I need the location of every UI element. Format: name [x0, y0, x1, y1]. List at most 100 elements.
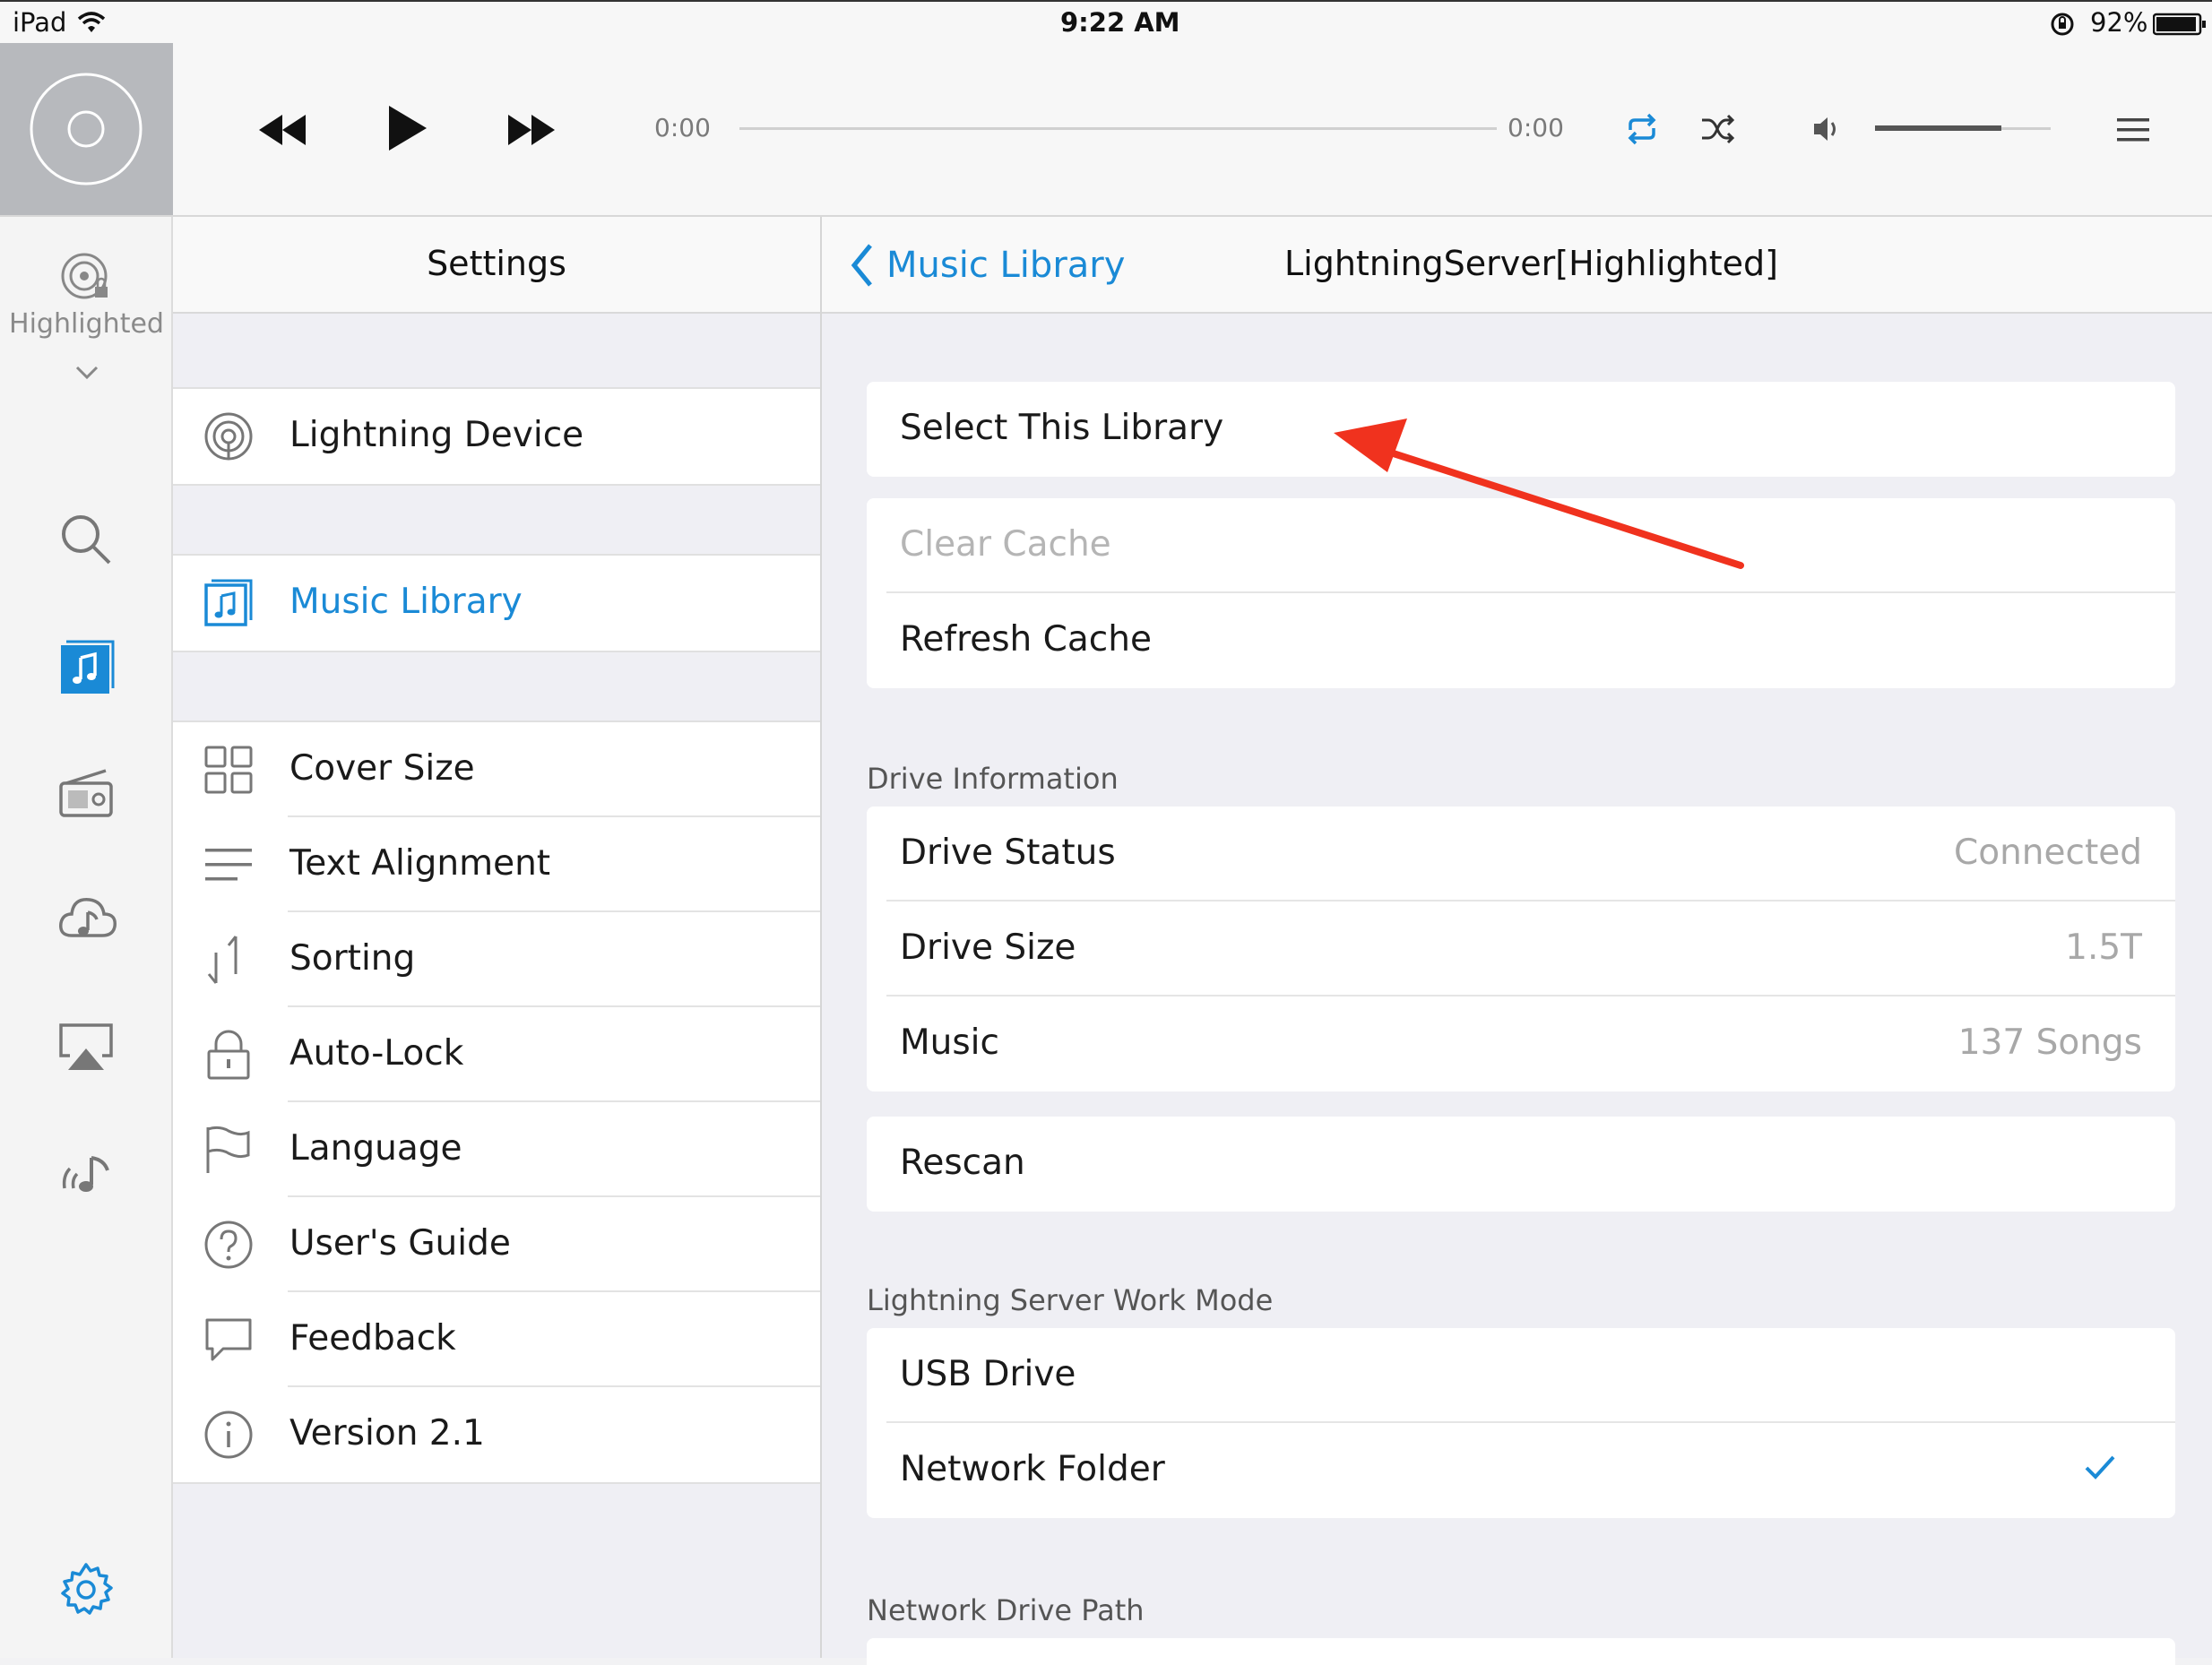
- settings-header: Settings: [173, 217, 820, 314]
- remaining-time: 0:00: [1508, 113, 1564, 142]
- wireless-music-icon[interactable]: [57, 1143, 115, 1201]
- work-mode-option-usb-drive[interactable]: USB Drive: [867, 1328, 2175, 1423]
- progress-slider[interactable]: [739, 127, 1497, 130]
- airplay-icon[interactable]: [57, 1020, 115, 1077]
- icon-rail: Highlighted: [0, 217, 173, 1658]
- page-title: LightningServer[Highlighted]: [1284, 244, 1778, 283]
- settings-item-language[interactable]: Language: [173, 1102, 820, 1197]
- settings-item-cover-size[interactable]: Cover Size: [173, 722, 820, 817]
- info-icon: [203, 1410, 254, 1460]
- clear-cache-button[interactable]: Clear Cache: [867, 498, 2175, 593]
- select-library-card: Select This Library: [867, 382, 2175, 477]
- cache-card: Clear Cache Refresh Cache: [867, 498, 2175, 688]
- refresh-cache-button[interactable]: Refresh Cache: [867, 593, 2175, 688]
- menu-button[interactable]: [2117, 116, 2149, 143]
- drive-size-label: Drive Size: [900, 927, 1076, 968]
- back-label: Music Library: [886, 245, 1126, 286]
- status-time: 9:22 AM: [1060, 7, 1180, 38]
- lightning-device-icon: [203, 411, 254, 462]
- lock-icon: [203, 1030, 254, 1080]
- settings-item-music-library[interactable]: Music Library: [173, 556, 820, 651]
- music-count-value: 137 Songs: [1957, 1022, 2142, 1063]
- chevron-down-icon: [75, 366, 99, 380]
- settings-item-label: Auto-Lock: [289, 1033, 464, 1074]
- shuffle-button[interactable]: [1699, 111, 1735, 147]
- settings-item-users-guide[interactable]: User's Guide: [173, 1197, 820, 1292]
- settings-item-label: Lightning Device: [289, 415, 584, 455]
- chevron-left-icon: [851, 244, 872, 287]
- rescan-card: Rescan: [867, 1117, 2175, 1212]
- shuffle-icon: [1702, 114, 1735, 144]
- device-label: Highlighted: [9, 308, 164, 340]
- music-library-icon[interactable]: [57, 638, 115, 695]
- rewind-icon: [259, 115, 306, 145]
- refresh-cache-label: Refresh Cache: [900, 619, 1152, 660]
- fast-forward-button[interactable]: [505, 109, 558, 151]
- drive-size-row: Drive Size 1.5T: [867, 902, 2175, 996]
- settings-item-label: Cover Size: [289, 748, 475, 789]
- drive-status-value: Connected: [1953, 832, 2142, 873]
- sorting-icon: [203, 935, 254, 985]
- select-library-button[interactable]: Select This Library: [867, 382, 2175, 477]
- settings-item-text-alignment[interactable]: Text Alignment: [173, 817, 820, 912]
- settings-item-label: Version 2.1: [289, 1413, 485, 1454]
- volume-slider-fill: [1875, 125, 2001, 131]
- settings-item-version[interactable]: Version 2.1: [173, 1387, 820, 1482]
- cloud-music-icon[interactable]: [57, 891, 118, 948]
- detail-header: Music Library LightningServer[Highlighte…: [822, 217, 2212, 314]
- work-mode-option-network-folder[interactable]: Network Folder: [867, 1423, 2175, 1518]
- wifi-icon: [77, 11, 106, 34]
- battery-icon: [2153, 13, 2207, 36]
- settings-item-label: Text Alignment: [289, 843, 551, 884]
- device-selector[interactable]: Highlighted: [0, 217, 173, 396]
- drive-size-value: 1.5T: [2065, 927, 2142, 968]
- work-mode-option-label: USB Drive: [900, 1354, 1076, 1394]
- music-count-row: Music 137 Songs: [867, 996, 2175, 1091]
- network-drive-path-card[interactable]: [867, 1638, 2175, 1665]
- cover-size-grid-icon: [203, 745, 254, 795]
- rescan-button[interactable]: Rescan: [867, 1117, 2175, 1212]
- play-button[interactable]: [385, 102, 430, 154]
- gear-icon[interactable]: [57, 1561, 115, 1618]
- settings-group-device: Lightning Device: [173, 387, 820, 486]
- lightning-device-icon: [57, 249, 115, 306]
- rescan-label: Rescan: [900, 1143, 1025, 1183]
- settings-item-label: User's Guide: [289, 1223, 511, 1264]
- settings-item-sorting[interactable]: Sorting: [173, 912, 820, 1007]
- settings-item-label: Language: [289, 1128, 462, 1169]
- orientation-lock-icon: [2049, 11, 2076, 38]
- settings-item-label: Feedback: [289, 1318, 456, 1359]
- drive-status-label: Drive Status: [900, 832, 1116, 873]
- select-library-label: Select This Library: [900, 408, 1224, 448]
- play-icon: [389, 106, 427, 151]
- battery-percent: 92%: [2090, 7, 2148, 38]
- settings-item-auto-lock[interactable]: Auto-Lock: [173, 1007, 820, 1102]
- drive-information-card: Drive Status Connected Drive Size 1.5T M…: [867, 807, 2175, 1091]
- speech-bubble-icon: [203, 1315, 254, 1365]
- work-mode-heading: Lightning Server Work Mode: [867, 1283, 1274, 1317]
- settings-item-feedback[interactable]: Feedback: [173, 1292, 820, 1387]
- detail-panel: Music Library LightningServer[Highlighte…: [822, 217, 2212, 1665]
- settings-group-library: Music Library: [173, 554, 820, 652]
- repeat-button[interactable]: [1624, 111, 1660, 147]
- network-drive-path-heading: Network Drive Path: [867, 1593, 1145, 1627]
- settings-title: Settings: [427, 244, 566, 283]
- now-playing-artwork[interactable]: [0, 43, 173, 215]
- settings-item-lightning-device[interactable]: Lightning Device: [173, 389, 820, 484]
- music-library-icon: [203, 578, 254, 628]
- settings-group-preferences: Cover Size Text Alignment Sorting Auto-L…: [173, 720, 820, 1484]
- status-bar: iPad 9:22 AM 92%: [0, 0, 2212, 43]
- volume-icon: [1810, 113, 1843, 145]
- music-count-label: Music: [900, 1022, 999, 1063]
- back-button[interactable]: Music Library: [849, 240, 1125, 290]
- work-mode-option-label: Network Folder: [900, 1449, 1165, 1489]
- checkmark-icon: [2084, 1454, 2116, 1480]
- question-icon: [203, 1220, 254, 1270]
- settings-item-label: Sorting: [289, 938, 416, 979]
- radio-icon[interactable]: [57, 765, 115, 823]
- search-icon[interactable]: [57, 511, 115, 568]
- device-name: iPad: [13, 7, 67, 38]
- rewind-button[interactable]: [255, 109, 309, 151]
- clear-cache-label: Clear Cache: [900, 524, 1111, 565]
- text-alignment-icon: [203, 840, 254, 890]
